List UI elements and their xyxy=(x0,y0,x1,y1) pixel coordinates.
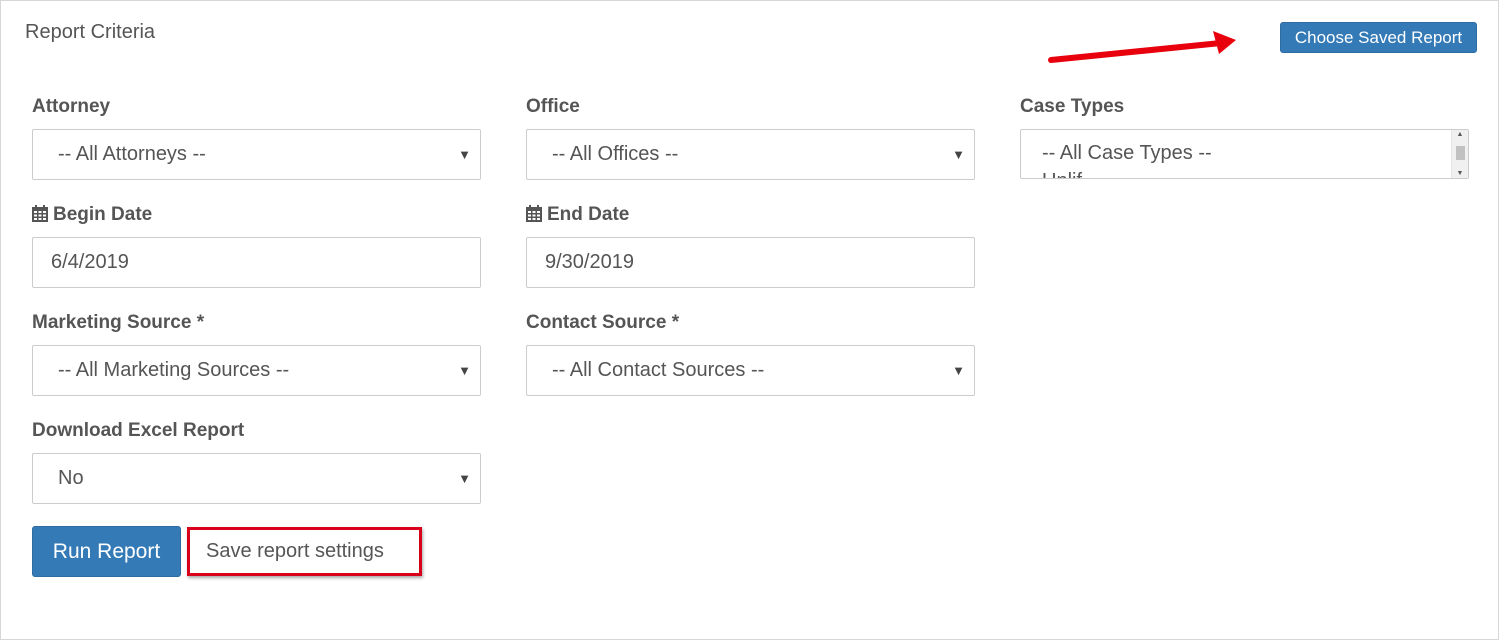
scroll-up-icon[interactable]: ▲ xyxy=(1452,131,1468,138)
caret-down-icon: ▼ xyxy=(952,363,965,378)
end-date-input[interactable]: 9/30/2019 xyxy=(526,237,975,288)
caret-down-icon: ▼ xyxy=(458,147,471,162)
begin-date-label-text: Begin Date xyxy=(53,204,153,225)
save-report-settings-button[interactable]: Save report settings xyxy=(187,527,422,576)
download-excel-select[interactable]: No ▼ xyxy=(32,453,481,504)
download-excel-value: No xyxy=(58,467,84,489)
office-label: Office xyxy=(526,96,580,117)
end-date-label-text: End Date xyxy=(547,204,630,225)
caret-down-icon: ▼ xyxy=(458,471,471,486)
report-criteria-panel: Report Criteria Choose Saved Report Atto… xyxy=(0,0,1499,640)
contact-source-label: Contact Source * xyxy=(526,312,680,333)
calendar-icon xyxy=(526,205,542,228)
download-excel-label: Download Excel Report xyxy=(32,420,245,441)
begin-date-value: 6/4/2019 xyxy=(51,251,129,273)
office-select-value: -- All Offices -- xyxy=(552,143,679,165)
case-types-option[interactable]: -- All Case Types -- xyxy=(1042,142,1212,165)
panel-title: Report Criteria xyxy=(25,21,156,43)
attorney-select-value: -- All Attorneys -- xyxy=(58,143,206,165)
case-types-scrollbar[interactable]: ▲ ▼ xyxy=(1451,130,1468,178)
office-select[interactable]: -- All Offices -- ▼ xyxy=(526,129,975,180)
begin-date-label: Begin Date xyxy=(32,204,152,228)
marketing-source-value: -- All Marketing Sources -- xyxy=(58,359,290,381)
run-report-button[interactable]: Run Report xyxy=(32,526,181,577)
attorney-label: Attorney xyxy=(32,96,111,117)
calendar-icon xyxy=(32,205,48,228)
scroll-thumb[interactable] xyxy=(1456,146,1465,160)
marketing-source-label: Marketing Source * xyxy=(32,312,205,333)
end-date-value: 9/30/2019 xyxy=(545,251,634,273)
end-date-label: End Date xyxy=(526,204,629,228)
marketing-source-select[interactable]: -- All Marketing Sources -- ▼ xyxy=(32,345,481,396)
case-types-option[interactable]: Unlif xyxy=(1042,170,1082,178)
annotation-arrow xyxy=(1048,31,1236,63)
scroll-down-icon[interactable]: ▼ xyxy=(1452,170,1468,177)
case-types-label: Case Types xyxy=(1020,96,1125,117)
attorney-select[interactable]: -- All Attorneys -- ▼ xyxy=(32,129,481,180)
case-types-listbox[interactable]: -- All Case Types -- Unlif ▲ ▼ xyxy=(1020,129,1469,179)
begin-date-input[interactable]: 6/4/2019 xyxy=(32,237,481,288)
caret-down-icon: ▼ xyxy=(458,363,471,378)
contact-source-value: -- All Contact Sources -- xyxy=(552,359,765,381)
caret-down-icon: ▼ xyxy=(952,147,965,162)
contact-source-select[interactable]: -- All Contact Sources -- ▼ xyxy=(526,345,975,396)
choose-saved-report-button[interactable]: Choose Saved Report xyxy=(1280,22,1477,53)
